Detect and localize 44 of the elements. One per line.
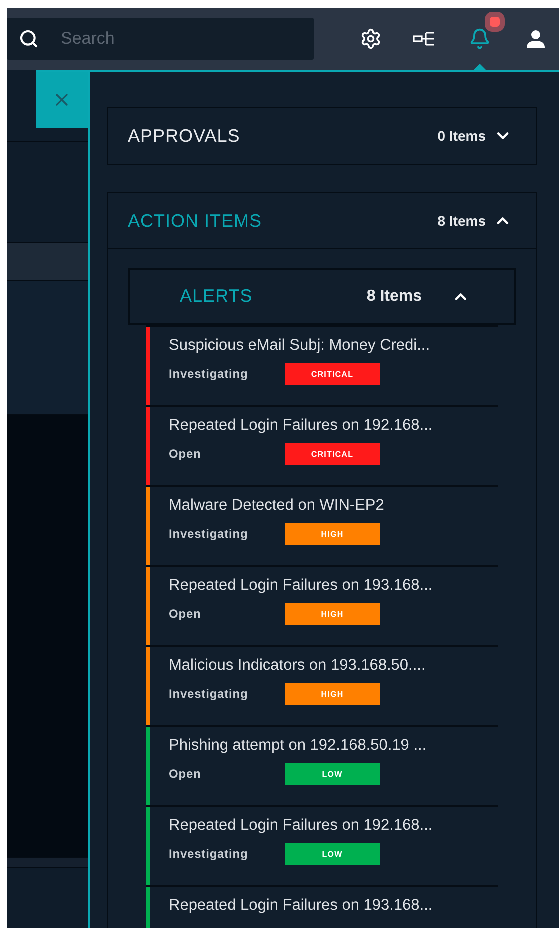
severity-badge: LOW	[285, 763, 380, 785]
alert-title: Suspicious eMail Subj: Money Credi...	[169, 337, 430, 355]
alert-title: Repeated Login Failures on 193.168...	[169, 897, 433, 915]
alert-status: Investigating	[169, 687, 250, 701]
alert-card[interactable]: Malware Detected on WIN-EP2 Investigating HIGH	[146, 487, 498, 565]
group-header[interactable]: ALERTS 8 Items	[128, 268, 516, 325]
alert-title: Malicious Indicators on 193.168.50....	[169, 657, 426, 675]
search-field[interactable]: Search	[59, 28, 259, 50]
alert-title: Phishing attempt on 192.168.50.19 ...	[169, 737, 427, 755]
alert-card[interactable]: Repeated Login Failures on 192.168... Investigating LOW	[146, 807, 498, 885]
severity-badge: LOW	[285, 843, 380, 865]
notifications-button[interactable]	[468, 27, 492, 51]
alert-title: Malware Detected on WIN-EP2	[169, 497, 384, 515]
section-title[interactable]: APPROVALS	[128, 126, 240, 146]
alert-status: Open	[169, 447, 202, 461]
alert-status: Investigating	[169, 847, 250, 861]
alert-card[interactable]: Phishing attempt on 192.168.50.19 ... Open LOW	[146, 727, 498, 805]
alert-card[interactable]: Suspicious eMail Subj: Money Credi... Investigating CRITICAL	[146, 327, 498, 405]
alert-title: Repeated Login Failures on 192.168...	[169, 817, 433, 835]
alert-status: Investigating	[169, 527, 250, 541]
alert-status: Open	[169, 607, 202, 621]
alert-title: Repeated Login Failures on 192.168...	[169, 417, 433, 435]
severity-badge: HIGH	[285, 603, 380, 625]
item-count: 8 Items	[366, 288, 422, 306]
item-count: 0 Items	[438, 128, 486, 144]
group-title: ALERTS	[180, 286, 253, 307]
user-icon	[526, 30, 546, 48]
alert-status: Investigating	[169, 367, 250, 381]
alert-card[interactable]: Repeated Login Failures on 193.168...	[146, 887, 498, 928]
settings-button[interactable]	[359, 27, 383, 51]
search-bar[interactable]: Search	[7, 18, 314, 60]
alert-card[interactable]: Repeated Login Failures on 192.168... Open CRITICAL	[146, 407, 498, 485]
severity-badge: CRITICAL	[285, 443, 380, 465]
alert-title: Repeated Login Failures on 193.168...	[169, 577, 433, 595]
section-title[interactable]: ACTION ITEMS	[128, 210, 262, 232]
item-count: 8 Items	[438, 213, 486, 229]
severity-badge: HIGH	[285, 523, 380, 545]
severity-badge: CRITICAL	[285, 363, 380, 385]
alert-card[interactable]: Malicious Indicators on 193.168.50.... Investigating HIGH	[146, 647, 498, 725]
alert-card[interactable]: Repeated Login Failures on 193.168... Open HIGH	[146, 567, 498, 645]
alert-status: Open	[169, 767, 202, 781]
search-icon	[19, 29, 39, 49]
severity-badge: HIGH	[285, 683, 380, 705]
hierarchy-icon	[413, 31, 437, 47]
